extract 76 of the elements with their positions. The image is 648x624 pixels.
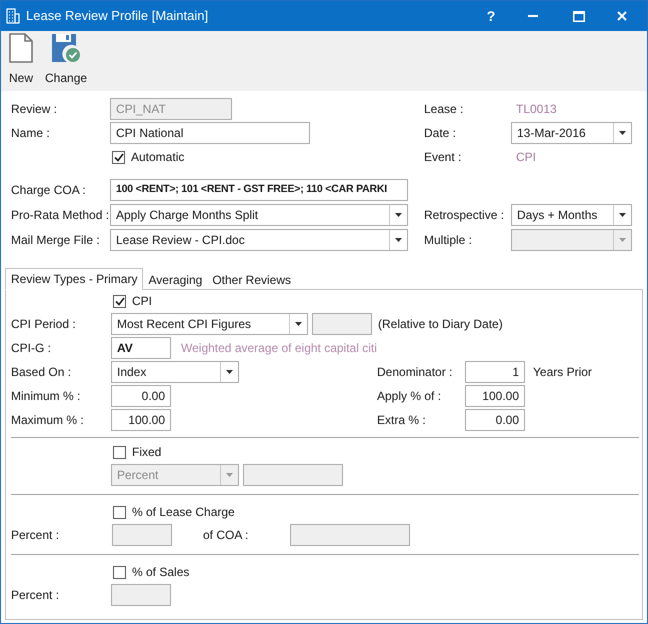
field-label: Name : — [11, 126, 50, 140]
caret-icon — [226, 370, 233, 374]
input-field[interactable]: 100.00 — [465, 385, 525, 407]
caret-icon — [395, 238, 402, 242]
field-label: Apply % of : — [377, 389, 442, 403]
field-label: % of Lease Charge — [132, 504, 235, 521]
toolbar-button[interactable]: New — [7, 33, 36, 87]
field-label: Date : — [424, 126, 456, 140]
checkbox[interactable] — [112, 150, 125, 164]
tab[interactable]: Other Reviews — [207, 270, 296, 290]
field-label: Pro-Rata Method : — [11, 208, 110, 222]
field-label: Multiple : — [424, 232, 472, 246]
lease-value: TL0013 — [516, 101, 557, 118]
dropdown[interactable]: 13-Mar-2016 — [511, 122, 632, 144]
dropdown[interactable]: Most Recent CPI Figures — [111, 313, 308, 335]
caret-icon — [619, 131, 626, 135]
caret-icon — [619, 212, 626, 216]
checkbox[interactable] — [113, 566, 126, 578]
document-icon — [9, 33, 33, 63]
caret-icon — [226, 473, 233, 477]
field-label: CPI Period : — [11, 317, 76, 331]
caret-icon — [395, 212, 402, 216]
floppy-disk-icon — [51, 33, 82, 63]
field-label: Percent : — [11, 588, 60, 602]
input-field[interactable]: 100 <RENT>; 101 <RENT - GST FREE>; 110 <CAR PARKI — [110, 178, 408, 200]
field-label: Charge COA : — [11, 182, 86, 196]
dropdown[interactable]: Days + Months — [511, 204, 632, 226]
input-field[interactable]: 0.00 — [111, 385, 171, 407]
dropdown[interactable]: Index — [111, 361, 239, 383]
check-icon — [114, 152, 124, 162]
dropdown[interactable]: Apply Charge Months Split — [110, 204, 408, 226]
input-field[interactable]: 100.00 — [111, 409, 171, 431]
input-field[interactable]: 0.00 — [465, 409, 525, 431]
field-label: Lease : — [424, 102, 464, 116]
input-field[interactable]: 1 — [465, 361, 525, 383]
input-field[interactable] — [111, 584, 171, 606]
minimize-icon — [528, 15, 538, 17]
window-title: Lease Review Profile [Maintain] — [26, 7, 210, 26]
help-button[interactable]: ? — [472, 1, 510, 31]
unit-label: Years Prior — [533, 364, 592, 381]
field-label: CPI-G : — [11, 341, 52, 355]
field-label: Extra % : — [377, 413, 426, 427]
checkbox[interactable] — [113, 294, 126, 308]
field-label: % of Sales — [132, 564, 190, 581]
field-label: Automatic — [131, 149, 184, 166]
input-field[interactable] — [112, 524, 172, 546]
field-label: Event : — [424, 150, 462, 164]
check-icon — [114, 296, 124, 306]
description-text: Weighted average of eight capital citi — [181, 340, 377, 357]
field-label: Mail Merge File : — [11, 232, 100, 246]
input-field[interactable]: CPI National — [110, 122, 310, 144]
field-label: Denominator : — [377, 365, 452, 379]
input-field[interactable] — [290, 524, 410, 546]
field-label: Fixed — [132, 444, 162, 461]
field-label: Retrospective : — [424, 208, 504, 222]
hint-text: (Relative to Diary Date) — [378, 316, 503, 333]
field-label: Percent : — [11, 528, 60, 542]
tab[interactable]: Review Types - Primary — [5, 268, 144, 290]
field-label: Based On : — [11, 365, 72, 379]
input-field[interactable]: AV — [111, 337, 171, 359]
input-field[interactable] — [312, 313, 372, 335]
caret-icon — [295, 322, 302, 326]
field-label: of COA : — [203, 528, 248, 542]
tab[interactable]: Averaging — [143, 270, 208, 290]
caret-icon — [619, 238, 626, 242]
field-label: Review : — [11, 102, 58, 116]
field-label: Minimum % : — [11, 389, 80, 403]
maximize-icon — [573, 10, 585, 22]
building-icon — [6, 8, 20, 24]
dropdown[interactable]: Lease Review - CPI.doc — [110, 228, 408, 250]
toolbar-button[interactable]: Change — [43, 33, 90, 87]
checkbox[interactable] — [113, 506, 126, 518]
close-icon — [617, 11, 627, 21]
field-label: CPI — [132, 293, 152, 310]
event-value: CPI — [516, 149, 536, 166]
field-label: Maximum % : — [11, 413, 84, 427]
